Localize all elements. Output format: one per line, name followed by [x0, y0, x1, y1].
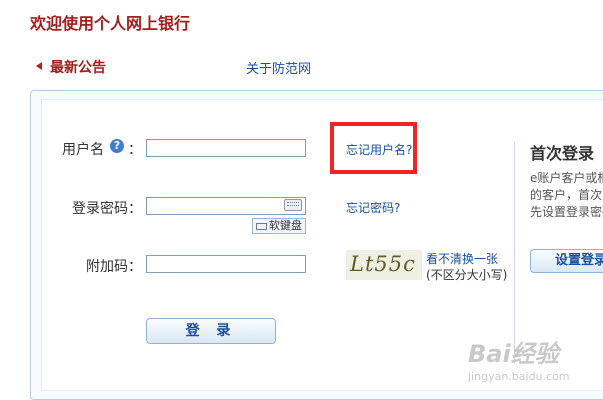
notice-bar: 最新公告 关于防范网: [30, 56, 603, 78]
keyboard-icon[interactable]: [284, 199, 302, 211]
soft-keyboard-label: 软键盘: [269, 219, 302, 232]
page-title: 欢迎使用个人网上银行: [30, 14, 191, 33]
first-login-desc-line: e账户客户或柜: [530, 171, 603, 185]
forgot-password-link[interactable]: 忘记密码?: [346, 199, 400, 216]
first-login-desc-line: 的客户，首次: [530, 188, 603, 202]
soft-keyboard-button[interactable]: 软键盘: [252, 218, 306, 234]
setup-login-button[interactable]: 设置登录: [530, 249, 603, 273]
password-label: 登录密码：: [72, 201, 142, 217]
arrow-left-icon: [36, 62, 42, 70]
vertical-divider: [514, 142, 515, 364]
first-login-description: e账户客户或柜 的客户，首次 先设置登录密码: [530, 170, 603, 221]
captcha-refresh-link[interactable]: 看不清换一张: [426, 250, 498, 267]
captcha-input[interactable]: [146, 255, 306, 273]
highlight-annotation-box: [330, 122, 417, 174]
captcha-image-text: Lt55c: [350, 252, 416, 276]
username-colon: ：: [128, 142, 142, 158]
login-button[interactable]: 登 录: [146, 318, 276, 344]
login-panel: [30, 90, 603, 400]
mini-keyboard-icon: [256, 222, 267, 230]
first-login-title: 首次登录: [530, 144, 595, 163]
password-input[interactable]: [146, 197, 306, 215]
help-icon[interactable]: ?: [110, 139, 124, 153]
username-label: 用户名: [62, 142, 104, 158]
notice-title: 最新公告: [50, 60, 106, 76]
first-login-desc-line: 先设置登录密码: [530, 205, 603, 219]
notice-link[interactable]: 关于防范网: [246, 58, 311, 77]
login-panel-inner: [41, 99, 603, 391]
username-input[interactable]: [146, 139, 306, 157]
captcha-image[interactable]: Lt55c: [346, 250, 422, 280]
captcha-case-hint: (不区分大小写): [426, 268, 508, 282]
captcha-label: 附加码：: [86, 259, 142, 275]
